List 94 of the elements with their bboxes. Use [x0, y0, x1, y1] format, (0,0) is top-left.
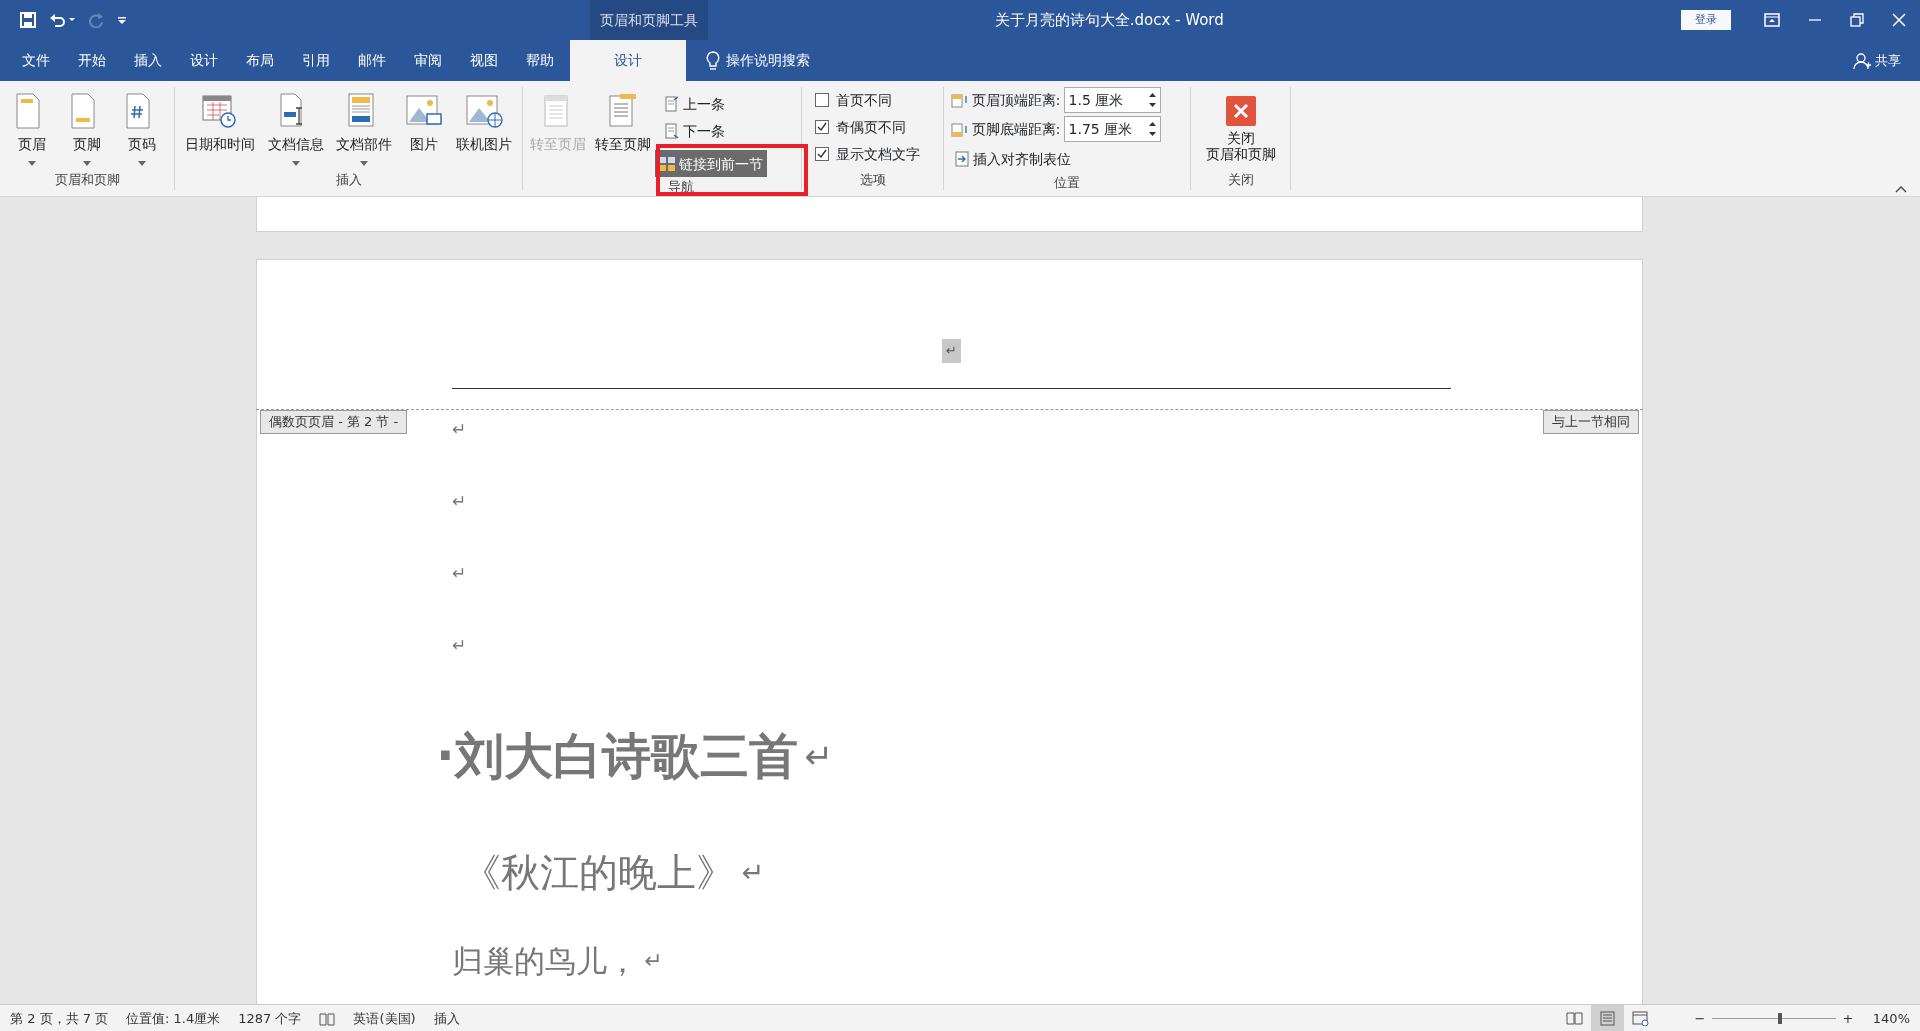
close-icon — [1225, 95, 1256, 126]
caret-icon — [27, 160, 36, 166]
language-status[interactable]: 英语(美国) — [353, 1008, 416, 1029]
spin-field[interactable]: 1.5 厘米 — [1063, 87, 1161, 113]
save-icon[interactable] — [19, 12, 36, 28]
login-button[interactable]: 登录 — [1680, 10, 1731, 30]
lightbulb-icon — [705, 50, 720, 71]
paragraph-mark: ↵ — [452, 635, 467, 656]
margin-icon — [950, 121, 969, 138]
link-grid-icon — [658, 156, 675, 171]
paragraph-mark: ↵ — [644, 947, 663, 975]
caret-icon — [138, 160, 147, 166]
collapse-ribbon-icon[interactable] — [1895, 184, 1907, 193]
heading-text: ·刘大白诗歌三首 — [436, 726, 798, 787]
search-label[interactable]: 操作说明搜索 — [726, 50, 810, 71]
zoom-slider-thumb[interactable] — [1778, 1013, 1783, 1024]
close-header-footer-button[interactable]: 关闭 页眉和页脚 — [1202, 93, 1279, 166]
subtitle-text: 《秋江的晚上》 — [462, 848, 735, 897]
paragraph-mark: ↵ — [452, 491, 467, 512]
checkbox-label[interactable]: 首页不同 — [835, 90, 892, 111]
ribbon-button[interactable]: 转至页脚 — [592, 90, 655, 157]
group-label: 位置 — [1053, 173, 1081, 192]
menu-tab[interactable]: 视图 — [456, 40, 512, 81]
caret-icon — [360, 160, 369, 166]
same-as-previous-tag: 与上一节相同 — [1543, 410, 1639, 434]
ribbon-button[interactable]: 文档信息 — [264, 90, 327, 168]
customize-caret-icon[interactable] — [116, 15, 127, 25]
checkbox-box[interactable] — [815, 120, 829, 135]
menu-tab[interactable]: 邮件 — [344, 40, 400, 81]
mode-status[interactable]: 插入 — [433, 1008, 460, 1029]
print-view-icon — [1599, 1011, 1616, 1026]
insert-tab-icon — [954, 151, 969, 167]
ribbon-button[interactable]: 页脚 — [65, 90, 109, 168]
group-label: 插入 — [334, 171, 363, 189]
proofing-book-icon[interactable] — [319, 1011, 336, 1026]
status-text: 第 2 页，共 7 页 — [10, 1009, 109, 1028]
ribbon-button[interactable]: 下一条 — [660, 117, 767, 145]
close-icon — [1892, 13, 1906, 27]
globe-picture-icon — [464, 92, 503, 131]
zoom-in-button[interactable]: + — [1842, 1008, 1854, 1029]
checkbox-box[interactable] — [815, 93, 829, 108]
checkbox-label[interactable]: 显示文档文字 — [835, 143, 920, 164]
window-title: 关于月亮的诗句大全.docx - Word — [993, 9, 1225, 31]
group-label: 选项 — [858, 171, 887, 189]
header-section-tag: 偶数页页眉 - 第 2 节 - — [260, 410, 408, 434]
margin-icon — [950, 92, 969, 108]
share-label[interactable]: 共享 — [1874, 50, 1901, 71]
menu-tab[interactable]: 插入 — [120, 40, 176, 81]
ribbon-display-icon — [1764, 13, 1780, 27]
group-label: 页眉和页脚 — [53, 171, 121, 189]
menu-tab[interactable]: 布局 — [232, 40, 288, 81]
checkbox-box[interactable] — [815, 146, 829, 161]
zoom-percent[interactable]: 140% — [1872, 1008, 1910, 1029]
menu-tab[interactable]: 设计 — [570, 40, 686, 81]
paragraph-mark: ↵ — [452, 563, 467, 584]
spin-arrows-icon — [1148, 92, 1156, 108]
paragraph-mark: ↵ — [942, 339, 961, 363]
menu-tab[interactable]: 帮助 — [512, 40, 568, 81]
ribbon-button[interactable]: 链接到前一节 — [654, 150, 767, 178]
caret-icon — [291, 160, 300, 166]
menu-tab[interactable]: 审阅 — [400, 40, 456, 81]
read-view-icon — [1566, 1011, 1583, 1026]
ribbon-button[interactable]: 页眉 — [9, 90, 54, 168]
undo-icon[interactable] — [48, 12, 75, 28]
group-label: 导航 — [667, 178, 696, 197]
line-text: 归巢的鸟儿， — [452, 941, 638, 981]
menu-tab[interactable]: 开始 — [64, 40, 120, 81]
caret-icon — [83, 160, 91, 166]
web-view-icon — [1632, 1011, 1649, 1026]
ribbon-button[interactable]: 文档部件 — [333, 90, 396, 168]
zoom-out-button[interactable]: − — [1694, 1008, 1706, 1029]
ribbon-button[interactable]: 插入对齐制表位 — [950, 145, 1075, 173]
ribbon-button[interactable]: 联机图片 — [452, 90, 515, 157]
ribbon-button[interactable]: 图片 — [402, 90, 447, 157]
paragraph-mark: ↵ — [804, 734, 833, 778]
ribbon-button[interactable]: 上一条 — [660, 90, 767, 118]
group-label: 关闭 — [1226, 171, 1255, 189]
person-icon — [1853, 51, 1872, 70]
field-label: 页眉顶端距离: — [971, 90, 1061, 110]
paragraph-mark: ↵ — [452, 419, 467, 440]
field-label: 页脚底端距离: — [971, 120, 1061, 140]
status-text: 1287 个字 — [238, 1009, 302, 1028]
contextual-tab-title: 页眉和页脚工具 — [590, 0, 708, 40]
ribbon-button[interactable]: 日期和时间 — [182, 90, 259, 157]
menu-tab[interactable]: 引用 — [288, 40, 344, 81]
spin-arrows-icon — [1148, 121, 1156, 138]
ribbon-button[interactable]: 页码 — [120, 90, 165, 168]
menu-tab[interactable]: 设计 — [176, 40, 232, 81]
menu-tab[interactable]: 文件 — [0, 40, 64, 81]
checkbox-label[interactable]: 奇偶页不同 — [835, 117, 906, 138]
spin-field[interactable]: 1.75 厘米 — [1063, 116, 1161, 143]
paragraph-mark: ↵ — [741, 856, 765, 891]
restore-icon — [1850, 13, 1864, 27]
status-text: 位置值: 1.4厘米 — [126, 1009, 221, 1028]
